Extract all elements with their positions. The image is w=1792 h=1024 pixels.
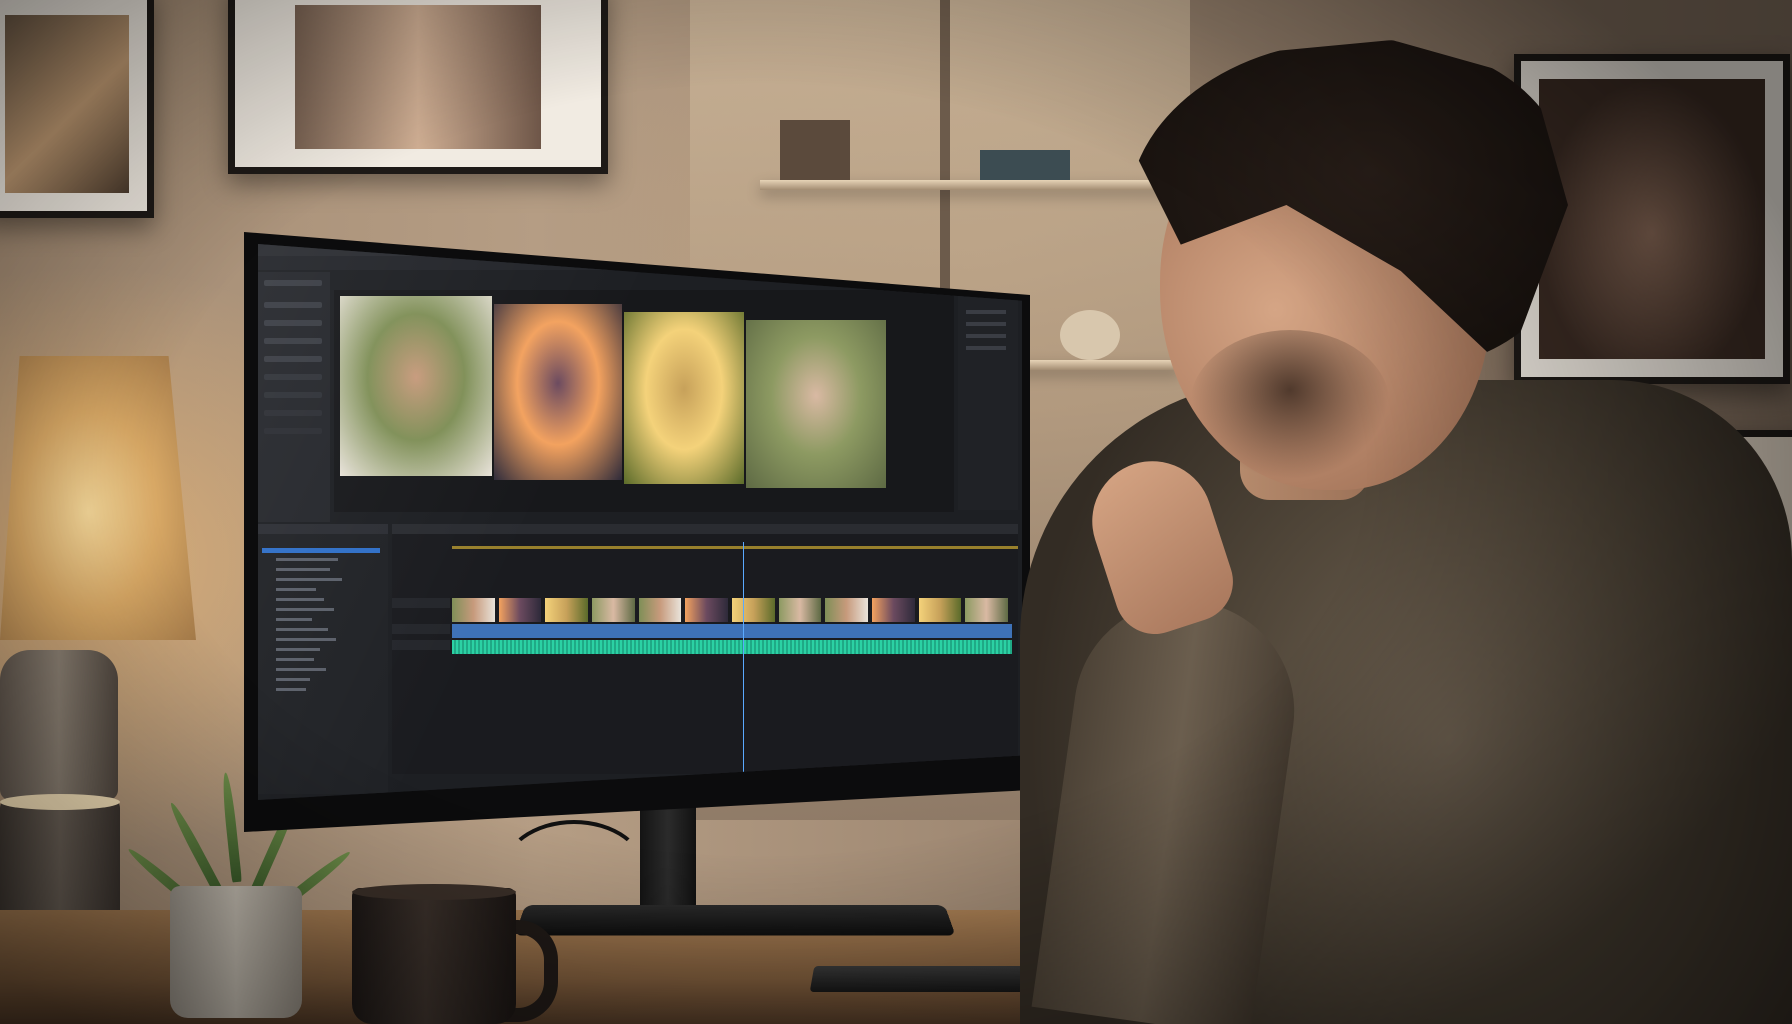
shelf-top: [760, 180, 1180, 190]
wall-photo-frame: [228, 0, 608, 174]
bin-item[interactable]: [276, 628, 328, 631]
bin-item[interactable]: [276, 618, 312, 621]
bin-item[interactable]: [276, 558, 338, 561]
bin-item[interactable]: [276, 598, 324, 601]
mug-rim: [352, 884, 516, 900]
timeline-clip[interactable]: [732, 598, 775, 622]
bin-item[interactable]: [276, 588, 316, 591]
media-sidebar: [258, 272, 330, 522]
preview-photo[interactable]: [624, 312, 744, 484]
lamp-base: [0, 650, 118, 800]
project-bin: [258, 524, 388, 794]
video-track-header[interactable]: [392, 598, 450, 608]
timeline-clip[interactable]: [592, 598, 635, 622]
bin-item[interactable]: [276, 578, 342, 581]
inspector-row[interactable]: [966, 310, 1006, 314]
book: [780, 120, 850, 180]
sidebar-item[interactable]: [264, 374, 322, 380]
mug: [352, 888, 516, 1024]
inspector-row[interactable]: [966, 322, 1006, 326]
scene: [0, 0, 1792, 1024]
bin-item[interactable]: [276, 608, 334, 611]
monitor-stand-base: [514, 905, 956, 936]
timeline-clip[interactable]: [545, 598, 588, 622]
candle-jar-top: [0, 794, 120, 810]
timeline-clip[interactable]: [825, 598, 868, 622]
monitor-screen: [258, 244, 1022, 800]
sidebar-item[interactable]: [264, 302, 322, 308]
shelf-post: [940, 0, 950, 320]
inspector-row[interactable]: [966, 346, 1006, 350]
family-photo: [5, 15, 129, 193]
timeline-clip[interactable]: [638, 598, 682, 622]
book: [980, 150, 1070, 180]
bin-item[interactable]: [276, 678, 310, 681]
lamp-shade: [0, 356, 196, 640]
person-beard: [1190, 330, 1390, 480]
preview-photo[interactable]: [494, 304, 622, 480]
sidebar-item[interactable]: [264, 428, 322, 434]
timeline-clip[interactable]: [918, 598, 962, 622]
bin-item[interactable]: [276, 668, 326, 671]
video-editor-app: [258, 244, 1022, 800]
preview-photo[interactable]: [746, 320, 886, 488]
plant-pot: [170, 886, 302, 1018]
inspector-row[interactable]: [966, 334, 1006, 338]
preview-panel: [334, 290, 954, 512]
bin-item[interactable]: [276, 568, 330, 571]
sidebar-item[interactable]: [264, 338, 322, 344]
sidebar-item[interactable]: [264, 410, 322, 416]
bin-item[interactable]: [276, 688, 306, 691]
preview-photo[interactable]: [340, 296, 492, 476]
bin-header: [258, 524, 388, 534]
timeline-clip[interactable]: [685, 598, 728, 622]
plate: [1060, 310, 1120, 360]
bin-item[interactable]: [276, 658, 314, 661]
sidebar-item[interactable]: [264, 280, 322, 286]
audio-waveform-track[interactable]: [452, 640, 1012, 654]
timeline-clip[interactable]: [498, 598, 542, 622]
wall-photo-frame: [0, 0, 154, 218]
video-track[interactable]: [452, 624, 1012, 638]
bin-item[interactable]: [276, 648, 320, 651]
sidebar-item[interactable]: [264, 392, 322, 398]
timeline-clip[interactable]: [778, 598, 822, 622]
tablet: [809, 966, 1045, 992]
sidebar-item[interactable]: [264, 320, 322, 326]
timeline-ruler[interactable]: [452, 546, 1018, 549]
bin-item[interactable]: [262, 548, 380, 553]
timeline-clip[interactable]: [452, 598, 495, 622]
monitor-stand-neck: [640, 800, 696, 920]
timeline-clip[interactable]: [872, 598, 915, 622]
timeline-clip[interactable]: [965, 598, 1008, 622]
family-photo: [1539, 79, 1765, 359]
timeline-header: [392, 524, 1018, 534]
audio-track-header[interactable]: [392, 640, 450, 650]
bin-item[interactable]: [276, 638, 336, 641]
video-track-header[interactable]: [392, 624, 450, 634]
family-photo: [295, 5, 541, 149]
playhead[interactable]: [743, 542, 745, 774]
sidebar-item[interactable]: [264, 356, 322, 362]
timeline: [392, 524, 1018, 774]
inspector-panel: [958, 290, 1018, 510]
